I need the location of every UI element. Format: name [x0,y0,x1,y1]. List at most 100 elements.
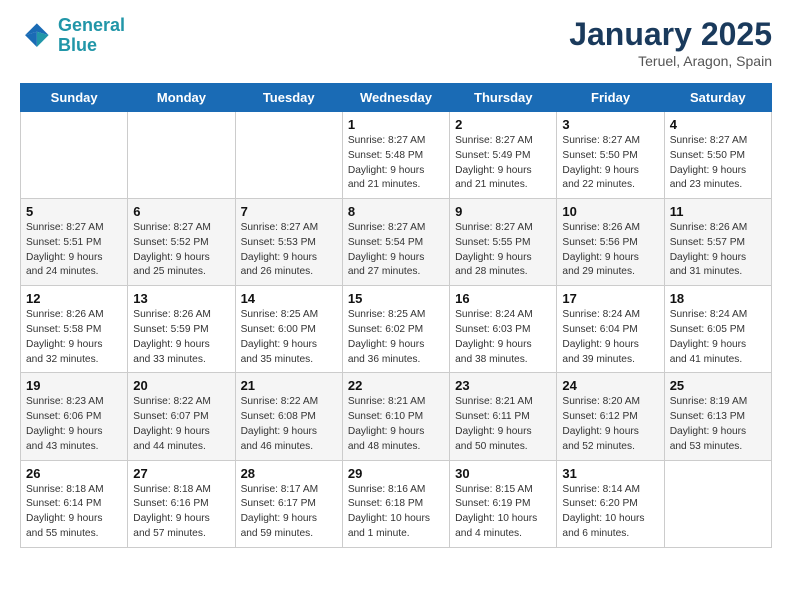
day-number: 25 [670,378,766,393]
calendar-cell [128,112,235,199]
day-info: Sunrise: 8:19 AM Sunset: 6:13 PM Dayligh… [670,395,766,454]
logo: General Blue [20,16,125,56]
day-info: Sunrise: 8:26 AM Sunset: 5:59 PM Dayligh… [133,308,229,367]
day-info: Sunrise: 8:26 AM Sunset: 5:58 PM Dayligh… [26,308,122,367]
header: General Blue January 2025 Teruel, Aragon… [20,16,772,69]
calendar-cell: 13 Sunrise: 8:26 AM Sunset: 5:59 PM Dayli… [128,286,235,373]
day-info: Sunrise: 8:24 AM Sunset: 6:05 PM Dayligh… [670,308,766,367]
day-info: Sunrise: 8:16 AM Sunset: 6:18 PM Dayligh… [348,483,444,542]
day-number: 7 [241,204,337,219]
calendar-cell: 22Sunrise: 8:21 AM Sunset: 6:10 PM Dayli… [342,373,449,460]
day-number: 26 [26,466,122,481]
calendar-cell: 10Sunrise: 8:26 AM Sunset: 5:56 PM Dayli… [557,199,664,286]
day-info: Sunrise: 8:24 AM Sunset: 6:04 PM Dayligh… [562,308,658,367]
calendar-cell: 1 Sunrise: 8:27 AM Sunset: 5:48 PM Daylig… [342,112,449,199]
calendar-cell: 2 Sunrise: 8:27 AM Sunset: 5:49 PM Daylig… [450,112,557,199]
day-number: 11 [670,204,766,219]
calendar-cell: 17 Sunrise: 8:24 AM Sunset: 6:04 PM Dayli… [557,286,664,373]
day-number: 31 [562,466,658,481]
calendar-cell: 12Sunrise: 8:26 AM Sunset: 5:58 PM Dayli… [21,286,128,373]
day-number: 18 [670,291,766,306]
calendar-cell: 16 Sunrise: 8:24 AM Sunset: 6:03 PM Dayli… [450,286,557,373]
calendar-header-monday: Monday [128,84,235,112]
day-number: 6 [133,204,229,219]
day-info: Sunrise: 8:22 AM Sunset: 6:07 PM Dayligh… [133,395,229,454]
day-number: 29 [348,466,444,481]
calendar-cell [235,112,342,199]
calendar-cell: 31 Sunrise: 8:14 AM Sunset: 6:20 PM Dayli… [557,460,664,547]
logo-text: General Blue [58,16,125,56]
day-info: Sunrise: 8:27 AM Sunset: 5:50 PM Dayligh… [562,134,658,193]
day-number: 28 [241,466,337,481]
day-info: Sunrise: 8:27 AM Sunset: 5:51 PM Dayligh… [26,221,122,280]
day-number: 2 [455,117,551,132]
day-number: 5 [26,204,122,219]
calendar-week-4: 19 Sunrise: 8:23 AM Sunset: 6:06 PM Dayli… [21,373,772,460]
day-number: 23 [455,378,551,393]
day-info: Sunrise: 8:20 AM Sunset: 6:12 PM Dayligh… [562,395,658,454]
calendar-week-5: 26Sunrise: 8:18 AM Sunset: 6:14 PM Dayli… [21,460,772,547]
day-info: Sunrise: 8:27 AM Sunset: 5:48 PM Dayligh… [348,134,444,193]
calendar-header-tuesday: Tuesday [235,84,342,112]
day-number: 1 [348,117,444,132]
logo-icon [20,20,52,52]
day-number: 15 [348,291,444,306]
day-number: 19 [26,378,122,393]
calendar-week-2: 5 Sunrise: 8:27 AM Sunset: 5:51 PM Daylig… [21,199,772,286]
day-number: 27 [133,466,229,481]
day-number: 13 [133,291,229,306]
day-number: 16 [455,291,551,306]
calendar-cell: 20 Sunrise: 8:22 AM Sunset: 6:07 PM Dayli… [128,373,235,460]
calendar-cell: 19 Sunrise: 8:23 AM Sunset: 6:06 PM Dayli… [21,373,128,460]
day-number: 8 [348,204,444,219]
day-number: 3 [562,117,658,132]
day-number: 14 [241,291,337,306]
day-info: Sunrise: 8:14 AM Sunset: 6:20 PM Dayligh… [562,483,658,542]
calendar-cell: 8 Sunrise: 8:27 AM Sunset: 5:54 PM Daylig… [342,199,449,286]
calendar-cell: 11 Sunrise: 8:26 AM Sunset: 5:57 PM Dayli… [664,199,771,286]
calendar-cell: 14 Sunrise: 8:25 AM Sunset: 6:00 PM Dayli… [235,286,342,373]
calendar-cell: 18 Sunrise: 8:24 AM Sunset: 6:05 PM Dayli… [664,286,771,373]
calendar-header-thursday: Thursday [450,84,557,112]
title-block: January 2025 Teruel, Aragon, Spain [569,16,772,69]
day-info: Sunrise: 8:26 AM Sunset: 5:56 PM Dayligh… [562,221,658,280]
calendar-cell: 28 Sunrise: 8:17 AM Sunset: 6:17 PM Dayli… [235,460,342,547]
day-number: 24 [562,378,658,393]
day-number: 21 [241,378,337,393]
calendar-cell: 6 Sunrise: 8:27 AM Sunset: 5:52 PM Daylig… [128,199,235,286]
calendar-cell: 27 Sunrise: 8:18 AM Sunset: 6:16 PM Dayli… [128,460,235,547]
main-title: January 2025 [569,16,772,53]
calendar-cell: 24 Sunrise: 8:20 AM Sunset: 6:12 PM Dayli… [557,373,664,460]
calendar-header-row: SundayMondayTuesdayWednesdayThursdayFrid… [21,84,772,112]
day-info: Sunrise: 8:27 AM Sunset: 5:52 PM Dayligh… [133,221,229,280]
calendar-cell: 26Sunrise: 8:18 AM Sunset: 6:14 PM Dayli… [21,460,128,547]
day-info: Sunrise: 8:18 AM Sunset: 6:16 PM Dayligh… [133,483,229,542]
day-info: Sunrise: 8:21 AM Sunset: 6:10 PM Dayligh… [348,395,444,454]
day-info: Sunrise: 8:25 AM Sunset: 6:00 PM Dayligh… [241,308,337,367]
day-info: Sunrise: 8:24 AM Sunset: 6:03 PM Dayligh… [455,308,551,367]
day-number: 9 [455,204,551,219]
day-info: Sunrise: 8:26 AM Sunset: 5:57 PM Dayligh… [670,221,766,280]
calendar-header-friday: Friday [557,84,664,112]
calendar-cell: 21 Sunrise: 8:22 AM Sunset: 6:08 PM Dayli… [235,373,342,460]
logo-line2: Blue [58,35,97,55]
calendar-header-saturday: Saturday [664,84,771,112]
calendar-cell: 23Sunrise: 8:21 AM Sunset: 6:11 PM Dayli… [450,373,557,460]
day-info: Sunrise: 8:27 AM Sunset: 5:55 PM Dayligh… [455,221,551,280]
calendar-cell: 5 Sunrise: 8:27 AM Sunset: 5:51 PM Daylig… [21,199,128,286]
day-info: Sunrise: 8:22 AM Sunset: 6:08 PM Dayligh… [241,395,337,454]
calendar-week-1: 1 Sunrise: 8:27 AM Sunset: 5:48 PM Daylig… [21,112,772,199]
calendar-cell: 30Sunrise: 8:15 AM Sunset: 6:19 PM Dayli… [450,460,557,547]
day-info: Sunrise: 8:27 AM Sunset: 5:49 PM Dayligh… [455,134,551,193]
day-info: Sunrise: 8:23 AM Sunset: 6:06 PM Dayligh… [26,395,122,454]
day-info: Sunrise: 8:17 AM Sunset: 6:17 PM Dayligh… [241,483,337,542]
day-number: 20 [133,378,229,393]
calendar-cell: 3 Sunrise: 8:27 AM Sunset: 5:50 PM Daylig… [557,112,664,199]
calendar-cell [664,460,771,547]
day-number: 17 [562,291,658,306]
calendar-week-3: 12Sunrise: 8:26 AM Sunset: 5:58 PM Dayli… [21,286,772,373]
page: General Blue January 2025 Teruel, Aragon… [0,0,792,568]
calendar-cell: 25 Sunrise: 8:19 AM Sunset: 6:13 PM Dayli… [664,373,771,460]
calendar-cell [21,112,128,199]
day-info: Sunrise: 8:27 AM Sunset: 5:54 PM Dayligh… [348,221,444,280]
